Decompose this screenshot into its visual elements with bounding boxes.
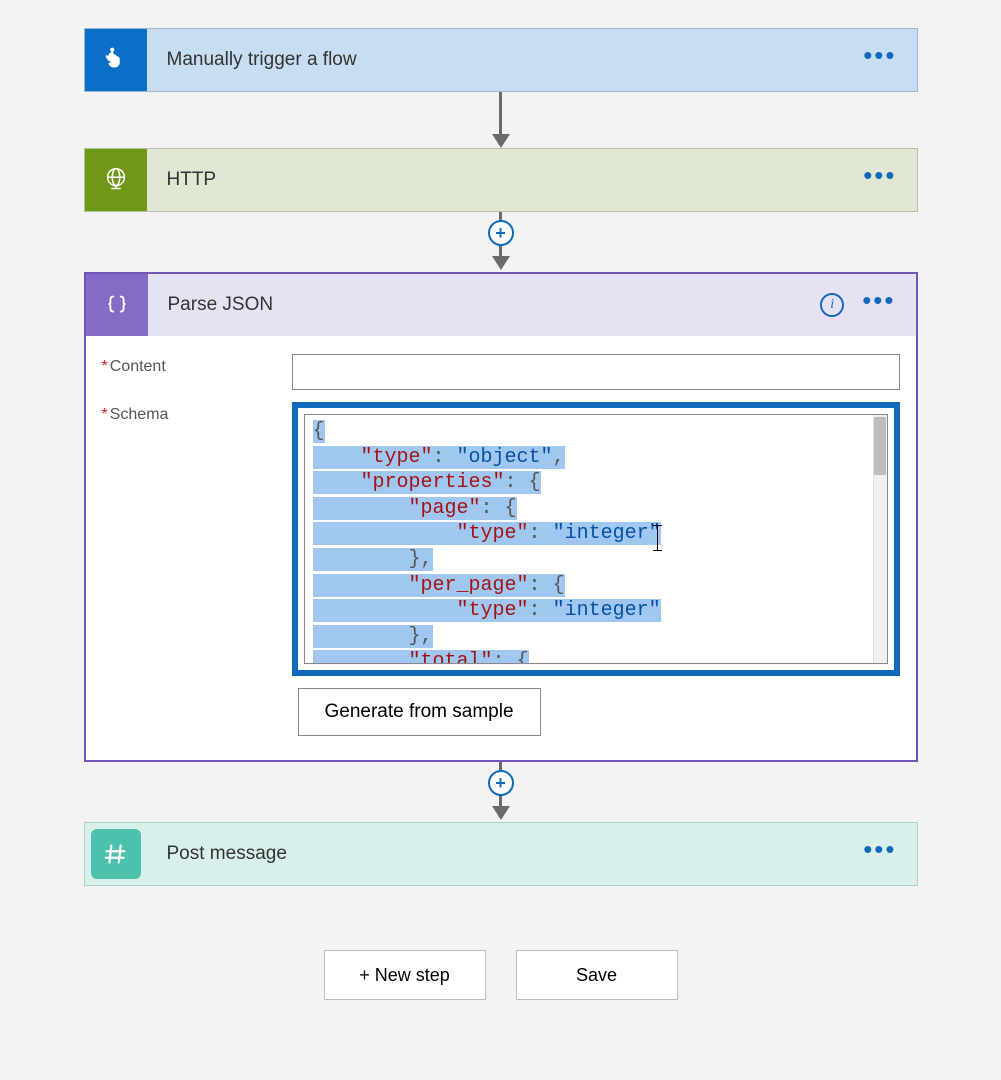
text-cursor: [657, 525, 658, 551]
schema-highlight-box: { "type": "object", "properties": { "pag…: [292, 402, 900, 676]
generate-from-sample-button[interactable]: Generate from sample: [298, 688, 541, 736]
content-label: *Content: [102, 354, 292, 376]
add-step-button[interactable]: +: [488, 770, 514, 796]
save-button[interactable]: Save: [516, 950, 678, 1000]
step-header[interactable]: Parse JSON i •••: [86, 274, 916, 336]
braces-icon: [86, 274, 148, 336]
info-icon[interactable]: i: [820, 293, 844, 317]
step-parse-json: Parse JSON i ••• *Content *Schema { "typ…: [84, 272, 918, 762]
step-title: Parse JSON: [148, 294, 821, 316]
globe-icon: [85, 149, 147, 211]
parse-body: *Content *Schema { "type": "object", "pr…: [86, 336, 916, 760]
step-title: Post message: [147, 843, 864, 865]
step-http[interactable]: HTTP •••: [84, 148, 918, 212]
footer-buttons: + New step Save: [324, 950, 678, 1000]
scrollbar-thumb[interactable]: [874, 417, 886, 475]
step-trigger[interactable]: Manually trigger a flow •••: [84, 28, 918, 92]
connector: +: [84, 212, 918, 272]
content-input[interactable]: [292, 354, 900, 390]
schema-editor[interactable]: { "type": "object", "properties": { "pag…: [304, 414, 888, 664]
more-menu[interactable]: •••: [862, 295, 895, 315]
required-asterisk: *: [102, 358, 108, 375]
touch-icon: [85, 29, 147, 91]
step-title: HTTP: [147, 169, 864, 191]
add-step-button[interactable]: +: [488, 220, 514, 246]
more-menu[interactable]: •••: [863, 844, 896, 864]
schema-label: *Schema: [102, 402, 292, 676]
required-asterisk: *: [102, 406, 108, 423]
hash-icon: [91, 829, 141, 879]
step-post-message[interactable]: Post message •••: [84, 822, 918, 886]
scrollbar[interactable]: [873, 415, 887, 663]
more-menu[interactable]: •••: [863, 170, 896, 190]
more-menu[interactable]: •••: [863, 50, 896, 70]
connector: [84, 92, 918, 148]
new-step-button[interactable]: + New step: [324, 950, 486, 1000]
step-title: Manually trigger a flow: [147, 49, 864, 71]
connector: +: [84, 762, 918, 822]
